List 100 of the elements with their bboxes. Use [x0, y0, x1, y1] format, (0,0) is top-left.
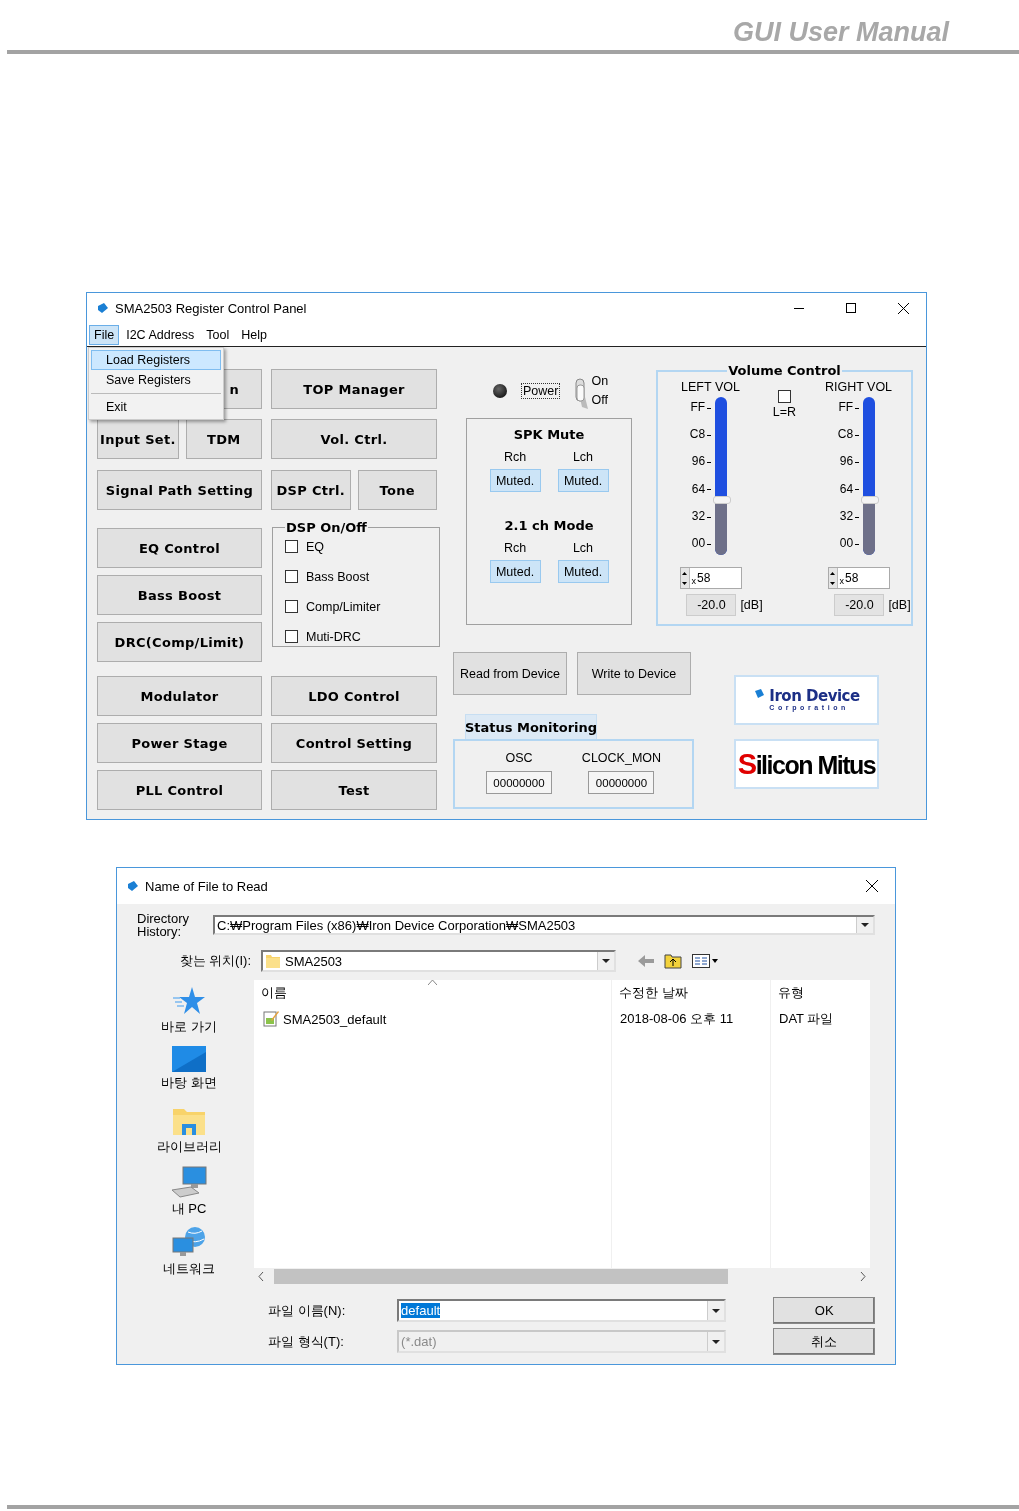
slider-thumb[interactable] [713, 495, 732, 504]
channel-label: Rch [503, 450, 527, 464]
spin-value: 58 [845, 571, 859, 585]
checkbox-label: Comp/Limiter [306, 599, 381, 614]
combo-value: SMA2503 [285, 953, 344, 969]
panel-button[interactable]: DRC(Comp/Limit) [97, 622, 262, 662]
cancel-button[interactable]: 취소 [773, 1328, 875, 1355]
slider-thumb[interactable] [861, 495, 880, 504]
dropdown-caret-icon [861, 923, 869, 927]
place-label[interactable]: 라이브러리 [156, 1138, 222, 1156]
unit-label: [dB] [740, 598, 763, 612]
desktop-icon [172, 1046, 206, 1072]
down-arrow-icon[interactable] [830, 581, 835, 585]
device-button[interactable]: Write to Device [577, 652, 691, 695]
channel-label: LEFT VOL [681, 380, 740, 394]
logo-mark-icon [753, 689, 766, 700]
menu-entry[interactable]: Save Registers [91, 370, 221, 390]
column-header[interactable]: 수정한 날짜 [612, 980, 771, 1006]
checkbox[interactable] [285, 570, 298, 583]
checkbox-label: Bass Boost [306, 569, 370, 584]
panel-button[interactable]: Control Setting [271, 723, 437, 763]
place-label[interactable]: 네트워크 [163, 1260, 215, 1278]
menu-entry[interactable]: Exit [91, 397, 221, 417]
window-title: SMA2503 Register Control Panel [115, 300, 308, 316]
status-value: 00000000 [588, 771, 655, 794]
manual-title: GUI User Manual [732, 16, 949, 49]
menu-item[interactable]: Help [236, 324, 272, 345]
volume-slider[interactable] [715, 397, 728, 555]
mute-button[interactable]: Muted. [557, 469, 609, 492]
panel-button[interactable]: PLL Control [97, 770, 262, 810]
checkbox[interactable] [285, 600, 298, 613]
file-name-cell[interactable]: SMA2503_default [254, 1006, 612, 1032]
panel-button[interactable]: Modulator [97, 676, 262, 716]
panel-button[interactable]: TDM [185, 419, 262, 459]
panel-button[interactable]: LDO Control [271, 676, 437, 716]
panel-button[interactable]: Signal Path Setting [97, 470, 262, 510]
chevron-right-icon[interactable] [860, 1272, 866, 1281]
panel-button[interactable]: EQ Control [97, 528, 262, 568]
up-arrow-icon[interactable] [682, 571, 687, 575]
up-arrow-icon[interactable] [830, 571, 835, 575]
tick-label: 64 [691, 481, 712, 496]
up-folder-icon[interactable] [664, 953, 682, 969]
field-label: 파일 이름(N): [268, 1301, 347, 1320]
channel-label: RIGHT VOL [824, 380, 893, 394]
place-label[interactable]: 바로 가기 [161, 1018, 217, 1036]
tick-label: 64 [839, 481, 860, 496]
switch-label: On [591, 374, 609, 388]
dropdown-caret-icon [712, 1308, 721, 1313]
view-menu-icon[interactable] [692, 954, 718, 968]
panel-button[interactable]: Tone [357, 470, 437, 510]
down-arrow-icon[interactable] [682, 581, 687, 585]
spin-value: 58 [697, 571, 711, 585]
group-title: Volume Control [727, 363, 842, 378]
device-button[interactable]: Read from Device [453, 652, 567, 695]
panel-button[interactable]: Test [271, 770, 437, 810]
power-label: Power [521, 382, 561, 399]
logo-text: Silicon Mitus [737, 747, 876, 781]
volume-slider[interactable] [863, 397, 876, 555]
location-combo[interactable]: SMA2503 [261, 950, 616, 972]
panel-button[interactable]: Input Set. [97, 419, 179, 459]
menu-item[interactable]: I2C Address [121, 324, 200, 345]
switch-label: Off [591, 393, 609, 407]
panel-button[interactable]: Vol. Ctrl. [271, 419, 437, 459]
menu-item[interactable]: File [89, 324, 120, 345]
panel-button[interactable]: DSP Ctrl. [271, 470, 351, 510]
column-header[interactable]: 이름 [254, 980, 612, 1006]
history-combo[interactable]: C:₩Program Files (x86)₩Iron Device Corporation₩SMA2503 [213, 915, 875, 935]
place-label[interactable]: 내 PC [171, 1200, 207, 1218]
tick-label: 32 [839, 508, 860, 523]
column-header[interactable]: 유형 [771, 980, 870, 1006]
menu-entry[interactable]: Load Registers [91, 350, 221, 370]
place-label[interactable]: 바탕 화면 [161, 1074, 217, 1092]
mute-button[interactable]: Muted. [489, 560, 541, 583]
app-icon [97, 302, 109, 314]
checkbox[interactable] [285, 540, 298, 553]
checkbox-label: L=R [772, 405, 797, 419]
panel-button[interactable]: Bass Boost [97, 575, 262, 615]
ok-button[interactable]: OK [773, 1297, 875, 1324]
unit-label: [dB] [888, 598, 911, 612]
hex-prefix: x [691, 576, 696, 586]
panel-button[interactable]: Power Stage [97, 723, 262, 763]
field-value: default [401, 1303, 441, 1318]
checkbox-label: EQ [306, 539, 325, 554]
combo-value: C:₩Program Files (x86)₩Iron Device Corporation₩SMA2503 [217, 917, 577, 933]
menu-item[interactable]: Tool [201, 324, 235, 345]
app-icon [127, 880, 139, 892]
chevron-left-icon[interactable] [258, 1272, 264, 1281]
mute-button[interactable]: Muted. [489, 469, 541, 492]
mute-button[interactable]: Muted. [557, 560, 609, 583]
network-icon [171, 1226, 207, 1258]
type-cell-text: DAT 파일 [778, 1010, 835, 1028]
file-icon [262, 1010, 280, 1028]
folder-icon [265, 953, 281, 969]
file-name-field[interactable]: default [397, 1299, 727, 1322]
panel-button[interactable]: TOP Manager [271, 369, 437, 409]
checkbox[interactable] [778, 390, 791, 403]
checkbox[interactable] [285, 630, 298, 643]
section-title: 2.1 ch Mode [504, 518, 594, 533]
dropdown-caret-icon [602, 959, 610, 963]
status-tab[interactable]: Status Monitoring [465, 714, 597, 739]
